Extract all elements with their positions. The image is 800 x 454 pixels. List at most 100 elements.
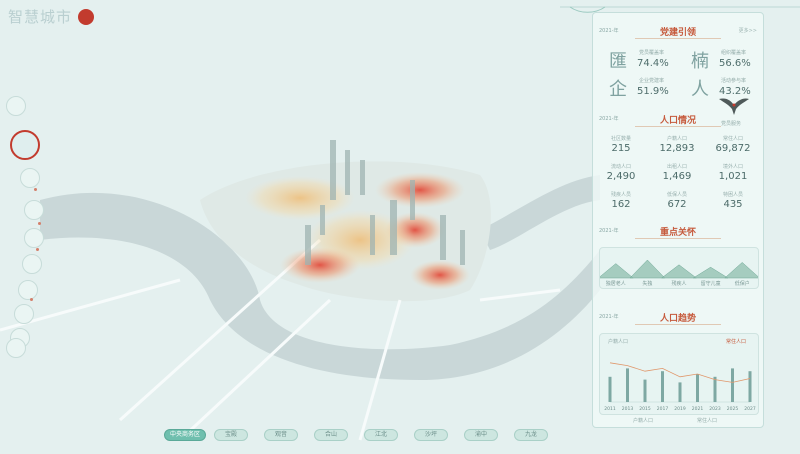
- care-label: 低保户: [735, 280, 750, 287]
- trend-tick-label: 2019: [674, 406, 686, 412]
- bottom-nav: 中央商务区 宝殿 观音 合山 江北 沙坪 渝中 九龙: [0, 429, 800, 443]
- pop-label: 常住人口: [722, 136, 743, 142]
- district-tab[interactable]: 渝中: [464, 429, 498, 441]
- care-label: 残疾人: [671, 280, 686, 287]
- pop-value: 672: [667, 199, 687, 210]
- stat-label: 企业党建率: [639, 78, 665, 84]
- stat-label: 活动参与率: [721, 78, 747, 84]
- pop-value: 162: [611, 199, 631, 210]
- info-panel: 2021-年 党建引领 更多>> 匯 党员覆盖率 74.4% 楠 组织覆盖率 5…: [592, 12, 764, 428]
- trend-bar: [643, 379, 647, 402]
- pop-stat: 社区数量 215: [595, 135, 647, 154]
- trend-tick-label: 2025: [727, 406, 739, 412]
- nav-dot: [36, 248, 39, 251]
- pop-value: 215: [611, 143, 631, 154]
- district-tab[interactable]: 中央商务区: [164, 429, 206, 441]
- district-tab[interactable]: 江北: [364, 429, 398, 441]
- pop-label: 户籍人口: [666, 136, 687, 142]
- pop-stat: 户籍人口 12,893: [651, 135, 703, 154]
- pop-value: 1,021: [718, 171, 748, 182]
- trend-tick-label: 2017: [657, 406, 669, 412]
- pop-stat: 出租人口 1,469: [651, 163, 703, 182]
- section-divider: [635, 324, 721, 325]
- left-nav-item[interactable]: [20, 168, 40, 188]
- pop-label: 境外人口: [722, 164, 743, 170]
- nav-dot: [34, 188, 37, 191]
- enterprise-icon: 企: [609, 79, 627, 100]
- left-nav-item[interactable]: [14, 304, 34, 324]
- app-brand: 智慧城市: [8, 6, 95, 27]
- left-nav-item[interactable]: [6, 96, 26, 116]
- pop-value: 69,872: [715, 143, 751, 154]
- trend-bar: [731, 368, 734, 402]
- section-divider: [635, 38, 721, 39]
- section-divider: [635, 238, 721, 239]
- district-tab[interactable]: 合山: [314, 429, 348, 441]
- pop-label: 特困人员: [722, 192, 743, 198]
- district-tab[interactable]: 宝殿: [214, 429, 248, 441]
- left-nav-item[interactable]: [6, 338, 26, 358]
- pop-label: 社区数量: [610, 136, 631, 142]
- pop-value: 12,893: [659, 143, 695, 154]
- left-nav-item[interactable]: [24, 200, 44, 220]
- trend-tick-label: 2023: [709, 406, 721, 412]
- top-border-decoration: [560, 0, 800, 13]
- pop-label: 出租人口: [666, 164, 687, 170]
- section-divider: [635, 126, 721, 127]
- trend-tick-label: 2013: [622, 406, 634, 412]
- left-nav-item[interactable]: [18, 280, 38, 300]
- trend-section-header: 2021-年 人口趋势: [593, 311, 763, 325]
- left-nav-item[interactable]: [24, 228, 44, 248]
- stat-label: 党员覆盖率: [639, 50, 665, 56]
- care-section-title: 重点关怀: [659, 228, 696, 238]
- trend-tick-label: 2027: [744, 406, 756, 412]
- pop-label: 残疾人员: [610, 192, 631, 198]
- pop-stat: 常住人口 69,872: [707, 135, 759, 154]
- trend-bar: [661, 371, 664, 402]
- stat-value: 74.4%: [637, 58, 669, 69]
- stat-value: 56.6%: [719, 58, 751, 69]
- stat-value: 51.9%: [637, 86, 669, 97]
- pop-stat: 境外人口 1,021: [707, 163, 759, 182]
- trend-tick-label: 2011: [604, 406, 616, 412]
- district-tab[interactable]: 九龙: [514, 429, 548, 441]
- care-label: 独居老人: [606, 280, 626, 287]
- population-section-header: 2021-年 人口情况: [593, 113, 763, 127]
- care-label: 失独: [642, 280, 652, 287]
- trend-card: 户籍人口 常住人口 2011 2013 2015 2017 2019 2021 2023 20…: [599, 333, 759, 415]
- organization-icon: 楠: [691, 51, 709, 72]
- district-tab[interactable]: 沙坪: [414, 429, 448, 441]
- care-section-header: 2021-年 重点关怀: [593, 225, 763, 239]
- trend-xlabel-right: 常住人口: [697, 418, 718, 424]
- pop-stat: 流动人口 2,490: [595, 163, 647, 182]
- care-mountain: [692, 266, 729, 279]
- trend-line: [609, 362, 751, 383]
- care-mountain-chart: 独居老人 失独 残疾人 留守儿童 低保户: [597, 259, 761, 287]
- trend-bar: [696, 374, 699, 402]
- left-nav-item-active[interactable]: [10, 130, 40, 160]
- district-tab[interactable]: 观音: [264, 429, 298, 441]
- nav-dot: [30, 298, 33, 301]
- care-mountain: [724, 262, 761, 279]
- pop-label: 低保人员: [666, 192, 687, 198]
- population-section-title: 人口情况: [659, 116, 696, 126]
- care-mountain: [660, 264, 698, 279]
- trend-tick-label: 2021: [692, 406, 704, 412]
- pop-value: 435: [723, 199, 743, 210]
- pop-stat: 低保人员 672: [651, 191, 703, 210]
- trend-section-title: 人口趋势: [659, 314, 696, 324]
- party-icon: 匯: [609, 51, 627, 72]
- party-more-link[interactable]: 更多>>: [739, 27, 757, 34]
- trend-bar: [678, 382, 682, 402]
- care-mountain: [597, 263, 634, 279]
- pop-stat: 残疾人员 162: [595, 191, 647, 210]
- party-section-header: 2021-年 党建引领 更多>>: [593, 25, 763, 39]
- trend-bar: [608, 376, 612, 402]
- party-section-title: 党建引领: [659, 28, 696, 38]
- trend-legend-left: 户籍人口: [608, 339, 629, 345]
- left-nav-item[interactable]: [22, 254, 42, 274]
- trend-tick-label: 2015: [639, 406, 651, 412]
- trend-chart: 2011 2013 2015 2017 2019 2021 2023 2025 2027: [604, 362, 756, 412]
- seal-icon: [78, 8, 95, 25]
- care-mountain: [629, 259, 666, 279]
